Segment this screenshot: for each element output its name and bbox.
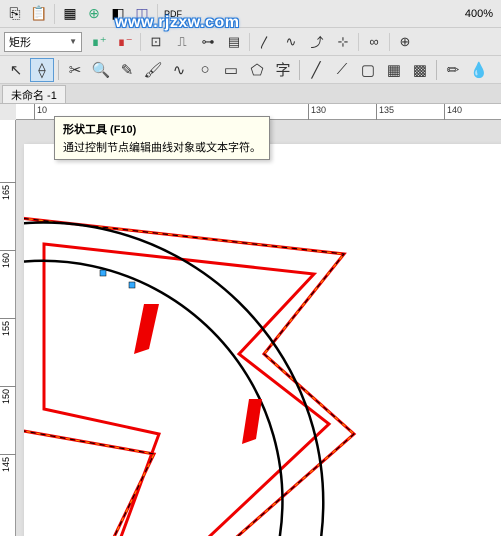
text-icon[interactable]: 字 — [271, 58, 295, 82]
page — [24, 144, 501, 536]
separator — [436, 60, 437, 80]
separator — [54, 4, 55, 24]
annotation-arrow-1 — [134, 304, 159, 354]
brush-icon[interactable]: 🖌 — [141, 58, 165, 82]
pen-icon[interactable]: ✎ — [115, 58, 139, 82]
ruler-vtick: 165 — [0, 182, 16, 183]
grid-icon[interactable]: ▤ — [223, 31, 245, 53]
doc-tab[interactable]: 未命名 -1 — [2, 85, 66, 103]
separator — [249, 33, 250, 51]
curve-icon[interactable]: ∿ — [280, 31, 302, 53]
checker-icon[interactable]: ▩ — [408, 58, 432, 82]
ruler-vtick: 155 — [0, 318, 16, 319]
ruler-tick: 10 — [34, 104, 35, 120]
shape-dropdown[interactable]: 矩形 — [4, 32, 82, 52]
node-1[interactable] — [129, 282, 135, 288]
paste-icon[interactable]: 📋 — [28, 3, 50, 25]
dropper-icon[interactable]: 💧 — [467, 58, 491, 82]
circle-icon[interactable]: ○ — [193, 58, 217, 82]
sliders-icon[interactable]: ⎍ — [171, 31, 193, 53]
ruler-vtick: 160 — [0, 250, 16, 251]
shape-dropdown-label: 矩形 — [9, 34, 31, 50]
layers-icon[interactable]: ▦ — [59, 3, 81, 25]
line-icon[interactable]: ╱ — [304, 58, 328, 82]
bezier-icon[interactable]: ⤴ — [306, 31, 328, 53]
ruler-tick: 130 — [308, 104, 309, 120]
artwork — [24, 144, 501, 536]
infinity-icon[interactable]: ∞ — [363, 31, 385, 53]
ruler-vtick: 150 — [0, 386, 16, 387]
tooltip-desc: 通过控制节点编辑曲线对象或文本字符。 — [63, 139, 261, 155]
tools-row: ↖ ⟠ ✂ 🔍 ✎ 🖌 ∿ ○ ▭ ⬠ 字 ╱ ⟋ ▢ ▦ ▩ ✏ 💧 — [0, 56, 501, 84]
add-node-icon[interactable]: ∎⁺ — [88, 31, 110, 53]
add-icon[interactable]: ⊕ — [83, 3, 105, 25]
path-icon[interactable]: 〳 — [254, 31, 276, 53]
ruler-area: 10 130 135 140 165 160 155 150 145 — [0, 104, 501, 536]
poly-icon[interactable]: ⬠ — [245, 58, 269, 82]
ruler-vtick: 145 — [0, 454, 16, 455]
curve-shape-icon[interactable]: ∿ — [167, 58, 191, 82]
separator — [140, 33, 141, 51]
node-icon[interactable]: ⊹ — [332, 31, 354, 53]
pointer-icon[interactable]: ↖ — [4, 58, 28, 82]
separator — [358, 33, 359, 51]
node-2[interactable] — [100, 270, 106, 276]
canvas[interactable] — [16, 120, 501, 536]
ruler-tick: 140 — [444, 104, 445, 120]
ctrl-icon[interactable]: ⎘ — [4, 3, 26, 25]
separator — [389, 33, 390, 51]
doc-tab-label: 未命名 -1 — [11, 87, 57, 103]
annotation-arrow-2 — [242, 399, 262, 444]
diag-icon[interactable]: ⟋ — [330, 58, 354, 82]
zoom-icon[interactable]: 🔍 — [89, 58, 113, 82]
zoom-level[interactable]: 400% — [465, 8, 497, 20]
join-icon[interactable]: ⊶ — [197, 31, 219, 53]
black-arc-2 — [24, 261, 282, 536]
rect-icon[interactable]: ▭ — [219, 58, 243, 82]
ruler-tick: 135 — [376, 104, 377, 120]
watermark: www.rjzxw.com — [115, 14, 239, 32]
shape-tool-icon[interactable]: ⟠ — [30, 58, 54, 82]
compass-icon[interactable]: ⊕ — [394, 31, 416, 53]
grid-tool-icon[interactable]: ▦ — [382, 58, 406, 82]
top-toolbar: ⎘ 📋 ▦ ⊕ ◧ ◫ PDF 400% — [0, 0, 501, 28]
del-node-icon[interactable]: ∎⁻ — [114, 31, 136, 53]
adjust-icon[interactable]: ⊡ — [145, 31, 167, 53]
pencil-icon[interactable]: ✏ — [441, 58, 465, 82]
tooltip: 形状工具 (F10) 通过控制节点编辑曲线对象或文本字符。 — [54, 116, 270, 160]
separator — [58, 60, 59, 80]
separator — [299, 60, 300, 80]
box-icon[interactable]: ▢ — [356, 58, 380, 82]
crop-icon[interactable]: ✂ — [63, 58, 87, 82]
options-bar: 矩形 ∎⁺ ∎⁻ ⊡ ⎍ ⊶ ▤ 〳 ∿ ⤴ ⊹ ∞ ⊕ — [0, 28, 501, 56]
tooltip-title: 形状工具 (F10) — [63, 121, 261, 137]
doc-tabs: 未命名 -1 — [0, 84, 501, 104]
ruler-left: 165 160 155 150 145 — [0, 120, 16, 536]
